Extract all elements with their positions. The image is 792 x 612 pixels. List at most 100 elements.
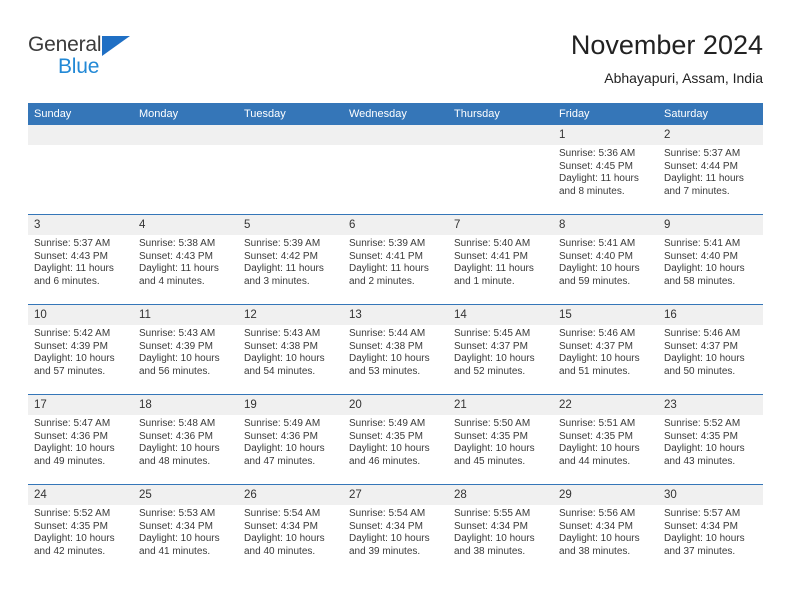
- daylight-duration-line1: Daylight: 10 hours: [454, 353, 535, 365]
- generalblue-logo[interactable]: General Blue: [28, 34, 208, 86]
- calendar-day-number: [343, 125, 448, 145]
- calendar-day-details: Sunrise: 5:49 AM Sunset: 4:36 PM Daylight:…: [238, 415, 343, 468]
- daylight-duration-line1: Daylight: 10 hours: [244, 533, 325, 545]
- daylight-duration-line2: and 58 minutes.: [664, 275, 736, 287]
- daylight-duration-line1: Daylight: 11 hours: [664, 173, 744, 185]
- daylight-duration-line1: Daylight: 11 hours: [559, 173, 639, 185]
- sunrise-time: Sunrise: 5:47 AM: [34, 418, 111, 429]
- calendar-day-number: [28, 125, 133, 145]
- calendar-day-cell[interactable]: 6 Sunrise: 5:39 AM Sunset: 4:41 PM Daylight…: [343, 214, 448, 305]
- sunset-time: Sunset: 4:37 PM: [559, 340, 633, 352]
- sunrise-time: Sunrise: 5:43 AM: [139, 328, 216, 339]
- daylight-duration-line2: and 49 minutes.: [34, 455, 106, 467]
- sunset-time: Sunset: 4:37 PM: [454, 340, 528, 352]
- calendar-day-details: Sunrise: 5:38 AM Sunset: 4:43 PM Daylight:…: [133, 235, 238, 288]
- sunrise-time: Sunrise: 5:57 AM: [664, 508, 741, 519]
- daylight-duration-line2: and 45 minutes.: [454, 455, 526, 467]
- daylight-duration-line1: Daylight: 10 hours: [244, 353, 325, 365]
- calendar-day-number: 26: [238, 485, 343, 505]
- sunset-time: Sunset: 4:36 PM: [139, 430, 213, 442]
- logo-text-blue: Blue: [58, 55, 100, 78]
- calendar-day-cell[interactable]: 12 Sunrise: 5:43 AM Sunset: 4:38 PM Dayligh…: [238, 304, 343, 395]
- calendar-day-cell[interactable]: 18 Sunrise: 5:48 AM Sunset: 4:36 PM Dayligh…: [133, 394, 238, 485]
- daylight-duration-line1: Daylight: 10 hours: [454, 443, 535, 455]
- calendar-day-details: Sunrise: 5:45 AM Sunset: 4:37 PM Daylight:…: [448, 325, 553, 378]
- calendar-day-cell[interactable]: 19 Sunrise: 5:49 AM Sunset: 4:36 PM Dayligh…: [238, 394, 343, 485]
- sunrise-time: Sunrise: 5:53 AM: [139, 508, 216, 519]
- calendar-day-details: Sunrise: 5:50 AM Sunset: 4:35 PM Daylight:…: [448, 415, 553, 468]
- calendar-day-cell[interactable]: 13 Sunrise: 5:44 AM Sunset: 4:38 PM Dayligh…: [343, 304, 448, 395]
- calendar-day-cell[interactable]: 10 Sunrise: 5:42 AM Sunset: 4:39 PM Dayligh…: [28, 304, 133, 395]
- calendar-day-cell-empty: [28, 124, 133, 215]
- weekday-header-sunday: Sunday: [28, 103, 133, 125]
- daylight-duration-line2: and 57 minutes.: [34, 365, 106, 377]
- sunset-time: Sunset: 4:34 PM: [559, 520, 633, 532]
- sunset-time: Sunset: 4:40 PM: [559, 250, 633, 262]
- daylight-duration-line1: Daylight: 11 hours: [244, 263, 324, 275]
- calendar-day-cell[interactable]: 15 Sunrise: 5:46 AM Sunset: 4:37 PM Dayligh…: [553, 304, 658, 395]
- daylight-duration-line2: and 44 minutes.: [559, 455, 631, 467]
- calendar-day-number: 20: [343, 395, 448, 415]
- sunset-time: Sunset: 4:35 PM: [454, 430, 528, 442]
- sunrise-time: Sunrise: 5:40 AM: [454, 238, 531, 249]
- daylight-duration-line1: Daylight: 10 hours: [34, 353, 115, 365]
- sunset-time: Sunset: 4:40 PM: [664, 250, 738, 262]
- calendar-day-details: Sunrise: 5:43 AM Sunset: 4:39 PM Daylight:…: [133, 325, 238, 378]
- calendar-day-cell[interactable]: 29 Sunrise: 5:56 AM Sunset: 4:34 PM Dayligh…: [553, 484, 658, 574]
- calendar-day-cell[interactable]: 17 Sunrise: 5:47 AM Sunset: 4:36 PM Dayligh…: [28, 394, 133, 485]
- calendar-day-number: 21: [448, 395, 553, 415]
- calendar-day-number: 5: [238, 215, 343, 235]
- weekday-header-tuesday: Tuesday: [238, 103, 343, 125]
- calendar-day-cell-empty: [343, 124, 448, 215]
- calendar-day-cell-empty: [238, 124, 343, 215]
- calendar-day-cell[interactable]: 14 Sunrise: 5:45 AM Sunset: 4:37 PM Dayligh…: [448, 304, 553, 395]
- calendar-day-cell[interactable]: 25 Sunrise: 5:53 AM Sunset: 4:34 PM Dayligh…: [133, 484, 238, 574]
- calendar-day-cell[interactable]: 21 Sunrise: 5:50 AM Sunset: 4:35 PM Dayligh…: [448, 394, 553, 485]
- calendar-day-cell[interactable]: 9 Sunrise: 5:41 AM Sunset: 4:40 PM Daylight…: [658, 214, 763, 305]
- sunrise-time: Sunrise: 5:51 AM: [559, 418, 636, 429]
- calendar-day-cell[interactable]: 16 Sunrise: 5:46 AM Sunset: 4:37 PM Dayligh…: [658, 304, 763, 395]
- calendar-day-details: Sunrise: 5:54 AM Sunset: 4:34 PM Daylight:…: [343, 505, 448, 558]
- calendar-day-cell[interactable]: 8 Sunrise: 5:41 AM Sunset: 4:40 PM Daylight…: [553, 214, 658, 305]
- calendar-day-cell[interactable]: 26 Sunrise: 5:54 AM Sunset: 4:34 PM Dayligh…: [238, 484, 343, 574]
- calendar-week-row: 1 Sunrise: 5:36 AM Sunset: 4:45 PM Daylight…: [28, 124, 763, 215]
- sunrise-time: Sunrise: 5:55 AM: [454, 508, 531, 519]
- calendar-day-cell[interactable]: 22 Sunrise: 5:51 AM Sunset: 4:35 PM Dayligh…: [553, 394, 658, 485]
- daylight-duration-line1: Daylight: 10 hours: [139, 533, 220, 545]
- calendar-day-cell[interactable]: 24 Sunrise: 5:52 AM Sunset: 4:35 PM Dayligh…: [28, 484, 133, 574]
- calendar-day-details: Sunrise: 5:54 AM Sunset: 4:34 PM Daylight:…: [238, 505, 343, 558]
- calendar-day-cell[interactable]: 28 Sunrise: 5:55 AM Sunset: 4:34 PM Dayligh…: [448, 484, 553, 574]
- daylight-duration-line2: and 42 minutes.: [34, 545, 106, 557]
- calendar-day-cell[interactable]: 5 Sunrise: 5:39 AM Sunset: 4:42 PM Daylight…: [238, 214, 343, 305]
- calendar-day-cell[interactable]: 11 Sunrise: 5:43 AM Sunset: 4:39 PM Dayligh…: [133, 304, 238, 395]
- calendar-day-cell[interactable]: 2 Sunrise: 5:37 AM Sunset: 4:44 PM Daylight…: [658, 124, 763, 215]
- daylight-duration-line1: Daylight: 11 hours: [139, 263, 219, 275]
- calendar-day-number: 16: [658, 305, 763, 325]
- sunset-time: Sunset: 4:34 PM: [349, 520, 423, 532]
- daylight-duration-line2: and 4 minutes.: [139, 275, 205, 287]
- sunrise-time: Sunrise: 5:46 AM: [559, 328, 636, 339]
- calendar-day-cell[interactable]: 23 Sunrise: 5:52 AM Sunset: 4:35 PM Dayligh…: [658, 394, 763, 485]
- logo-triangle-icon: [102, 36, 130, 56]
- calendar-day-cell[interactable]: 4 Sunrise: 5:38 AM Sunset: 4:43 PM Daylight…: [133, 214, 238, 305]
- sunset-time: Sunset: 4:35 PM: [664, 430, 738, 442]
- sunrise-time: Sunrise: 5:52 AM: [664, 418, 741, 429]
- daylight-duration-line1: Daylight: 10 hours: [559, 353, 640, 365]
- daylight-duration-line1: Daylight: 10 hours: [664, 443, 745, 455]
- calendar-day-cell[interactable]: 27 Sunrise: 5:54 AM Sunset: 4:34 PM Dayligh…: [343, 484, 448, 574]
- sunrise-time: Sunrise: 5:37 AM: [664, 148, 741, 159]
- calendar-day-cell[interactable]: 7 Sunrise: 5:40 AM Sunset: 4:41 PM Daylight…: [448, 214, 553, 305]
- sunset-time: Sunset: 4:34 PM: [664, 520, 738, 532]
- calendar-day-number: [133, 125, 238, 145]
- sunrise-time: Sunrise: 5:54 AM: [244, 508, 321, 519]
- sunset-time: Sunset: 4:39 PM: [34, 340, 108, 352]
- calendar-day-cell[interactable]: 3 Sunrise: 5:37 AM Sunset: 4:43 PM Daylight…: [28, 214, 133, 305]
- calendar-day-cell[interactable]: 1 Sunrise: 5:36 AM Sunset: 4:45 PM Daylight…: [553, 124, 658, 215]
- sunrise-time: Sunrise: 5:56 AM: [559, 508, 636, 519]
- sunset-time: Sunset: 4:35 PM: [34, 520, 108, 532]
- calendar-day-number: 2: [658, 125, 763, 145]
- calendar-day-cell[interactable]: 30 Sunrise: 5:57 AM Sunset: 4:34 PM Dayligh…: [658, 484, 763, 574]
- calendar-day-cell[interactable]: 20 Sunrise: 5:49 AM Sunset: 4:35 PM Dayligh…: [343, 394, 448, 485]
- calendar-day-details: Sunrise: 5:42 AM Sunset: 4:39 PM Daylight:…: [28, 325, 133, 378]
- calendar-day-number: 15: [553, 305, 658, 325]
